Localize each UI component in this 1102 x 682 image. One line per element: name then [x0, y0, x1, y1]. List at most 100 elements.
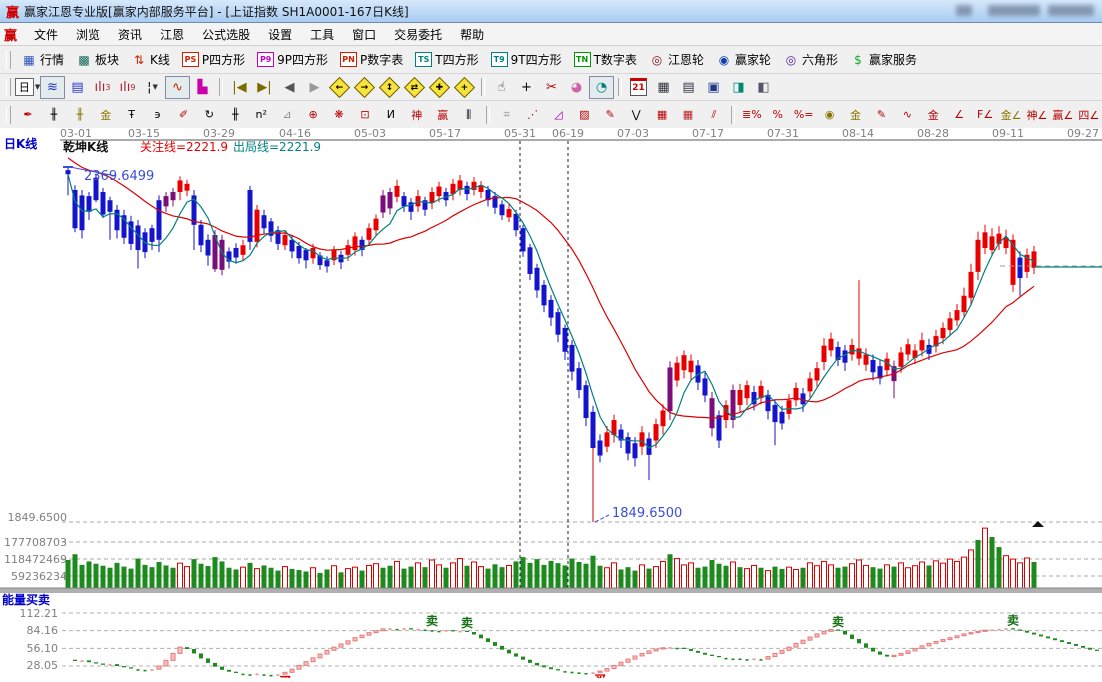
draw-tool-15-icon[interactable]: 神	[404, 103, 430, 126]
date-tick: 03-01	[60, 128, 92, 140]
draw-tool-20-icon[interactable]: ⋰	[520, 103, 546, 126]
menu-item-江恩[interactable]: 江恩	[151, 24, 193, 45]
draw-tool-32-icon[interactable]: ◉	[817, 103, 843, 126]
draw-tool-22-icon[interactable]: ▨	[571, 103, 597, 126]
volume-bar	[969, 550, 974, 588]
draw-tool-8-icon[interactable]: ╫	[222, 103, 248, 126]
view-net-upload-icon[interactable]: ◧	[751, 76, 776, 99]
view-histogram-icon[interactable]: ▙	[190, 76, 215, 99]
view-info-panel-icon[interactable]: ▤	[65, 76, 90, 99]
draw-tool-24-icon[interactable]: ⋁	[623, 103, 649, 126]
view-bars-9-icon[interactable]: ılı9	[115, 76, 140, 99]
hexagon-icon: ◎	[783, 52, 799, 67]
toolbar-button-板块[interactable]: ▩板块	[70, 48, 125, 71]
view-diamond-expand-icon[interactable]: ✚	[427, 76, 452, 99]
view-single-candle-icon[interactable]: ¦▼	[140, 76, 165, 99]
view-period-selector-icon[interactable]: 日▼	[15, 76, 40, 99]
menu-item-工具[interactable]: 工具	[301, 24, 343, 45]
draw-tool-36-icon[interactable]: 金	[920, 103, 946, 126]
draw-tool-14-icon[interactable]: И	[378, 103, 404, 126]
view-next-icon[interactable]: ▶	[302, 76, 327, 99]
draw-tool-6-icon[interactable]: ✐	[171, 103, 197, 126]
draw-tool-29-icon[interactable]: ≣%	[739, 103, 765, 126]
draw-tool-13-icon[interactable]: ⊡	[352, 103, 378, 126]
candle	[66, 170, 71, 174]
draw-tool-11-icon[interactable]: ⊕	[300, 103, 326, 126]
view-diamond-center-icon[interactable]: +	[452, 76, 477, 99]
draw-tool-42-icon[interactable]: 四∠	[1076, 103, 1102, 126]
draw-tool-33-icon[interactable]: 金	[843, 103, 869, 126]
view-last-page-icon[interactable]: ▶|	[252, 76, 277, 99]
menu-item-文件[interactable]: 文件	[25, 24, 67, 45]
view-trend-mode-icon[interactable]: ≋	[40, 76, 65, 99]
draw-tool-39-icon[interactable]: 金∠	[998, 103, 1024, 126]
draw-tool-9-icon[interactable]: n²	[248, 103, 274, 126]
draw-tool-23-icon[interactable]: ✎	[597, 103, 623, 126]
toolbar-button-P四方形[interactable]: PSP四方形	[176, 48, 251, 71]
draw-tool-4-icon[interactable]: Ŧ	[119, 103, 145, 126]
draw-tool-10-icon[interactable]: ⊿	[274, 103, 300, 126]
volume-bar	[528, 563, 533, 588]
view-diamond-vert-icon[interactable]: ↕	[377, 76, 402, 99]
toolbar-button-六角形[interactable]: ◎六角形	[777, 48, 844, 71]
draw-tool-37-icon[interactable]: ∠	[946, 103, 972, 126]
draw-tool-31-icon[interactable]: %=	[791, 103, 817, 126]
view-calendar-21-icon[interactable]: 21	[626, 76, 651, 99]
draw-tool-40-icon[interactable]: 神∠	[1024, 103, 1050, 126]
draw-tool-41-icon[interactable]: 赢∠	[1050, 103, 1076, 126]
draw-tool-5-icon[interactable]: ϶	[145, 103, 171, 126]
view-zigzag-icon[interactable]: ∿	[165, 76, 190, 99]
toolbar-button-江恩轮[interactable]: ◎江恩轮	[643, 48, 710, 71]
view-prev-icon[interactable]: ◀	[277, 76, 302, 99]
draw-tool-35-icon[interactable]: ∿	[894, 103, 920, 126]
view-diamond-right-icon[interactable]: →	[352, 76, 377, 99]
view-net-download-icon[interactable]: ◨	[726, 76, 751, 99]
toolbar-button-9T四方形[interactable]: T99T四方形	[485, 48, 568, 71]
toolbar-button-9P四方形[interactable]: P99P四方形	[251, 48, 334, 71]
draw-tool-19-icon[interactable]: ⌗	[494, 103, 520, 126]
draw-tool-38-icon[interactable]: F∠	[972, 103, 998, 126]
view-diamond-swap-icon[interactable]: ⇄	[402, 76, 427, 99]
menu-item-公式选股[interactable]: 公式选股	[193, 24, 259, 45]
view-first-page-icon[interactable]: |◀	[227, 76, 252, 99]
draw-tool-1-icon[interactable]: ╫	[41, 103, 67, 126]
draw-tool-2-icon[interactable]: ╫	[67, 103, 93, 126]
view-mind-teal-icon[interactable]: ◔	[589, 76, 614, 99]
draw-tool-3-icon[interactable]: 金	[93, 103, 119, 126]
menu-item-浏览[interactable]: 浏览	[67, 24, 109, 45]
draw-tool-7-icon[interactable]: ↻	[196, 103, 222, 126]
view-save-icon[interactable]: ▣	[701, 76, 726, 99]
draw-tool-34-icon[interactable]: ✎	[868, 103, 894, 126]
view-calculator-icon[interactable]: ▦	[651, 76, 676, 99]
menu-item-交易委托[interactable]: 交易委托	[385, 24, 451, 45]
draw-tool-30-icon[interactable]: %	[765, 103, 791, 126]
menu-item-帮助[interactable]: 帮助	[451, 24, 493, 45]
view-notes-icon[interactable]: ▤	[676, 76, 701, 99]
view-mind-pink-icon[interactable]: ◕	[564, 76, 589, 99]
chart-area[interactable]: 03-0103-1503-2904-1605-0305-1705-3106-19…	[0, 128, 1102, 678]
toolbar-button-T四方形[interactable]: TST四方形	[409, 48, 484, 71]
draw-tool-0-icon[interactable]: ✒	[15, 103, 41, 126]
draw-tool-27-icon[interactable]: ⫽	[701, 103, 727, 126]
toolbar-button-K线[interactable]: ⇅K线	[125, 48, 176, 71]
menu-item-窗口[interactable]: 窗口	[343, 24, 385, 45]
draw-tool-21-icon[interactable]: ◿	[545, 103, 571, 126]
draw-tool-12-icon[interactable]: ❋	[326, 103, 352, 126]
view-bars-3-icon[interactable]: ılı3	[90, 76, 115, 99]
menu-item-资讯[interactable]: 资讯	[109, 24, 151, 45]
view-hand-tool-icon[interactable]: ☝	[489, 76, 514, 99]
view-diamond-left-icon[interactable]: ←	[327, 76, 352, 99]
view-crosshair-tool-icon[interactable]: +	[514, 76, 539, 99]
toolbar-button-P数字表[interactable]: PNP数字表	[334, 48, 409, 71]
draw-tool-16-icon[interactable]: 赢	[430, 103, 456, 126]
toolbar-button-T数字表[interactable]: TNT数字表	[568, 48, 643, 71]
draw-tool-25-icon[interactable]: ▦	[649, 103, 675, 126]
view-cut-tool-icon[interactable]: ✂	[539, 76, 564, 99]
toolbar-button-赢家服务[interactable]: $赢家服务	[844, 48, 923, 71]
kline-chart-svg[interactable]: 03-0103-1503-2904-1605-0305-1705-3106-19…	[0, 128, 1102, 678]
toolbar-button-行情[interactable]: ▦行情	[15, 48, 70, 71]
draw-tool-26-icon[interactable]: ▦	[675, 103, 701, 126]
draw-tool-17-icon[interactable]: ⫼	[456, 103, 482, 126]
toolbar-button-赢家轮[interactable]: ◉赢家轮	[710, 48, 777, 71]
menu-item-设置[interactable]: 设置	[259, 24, 301, 45]
